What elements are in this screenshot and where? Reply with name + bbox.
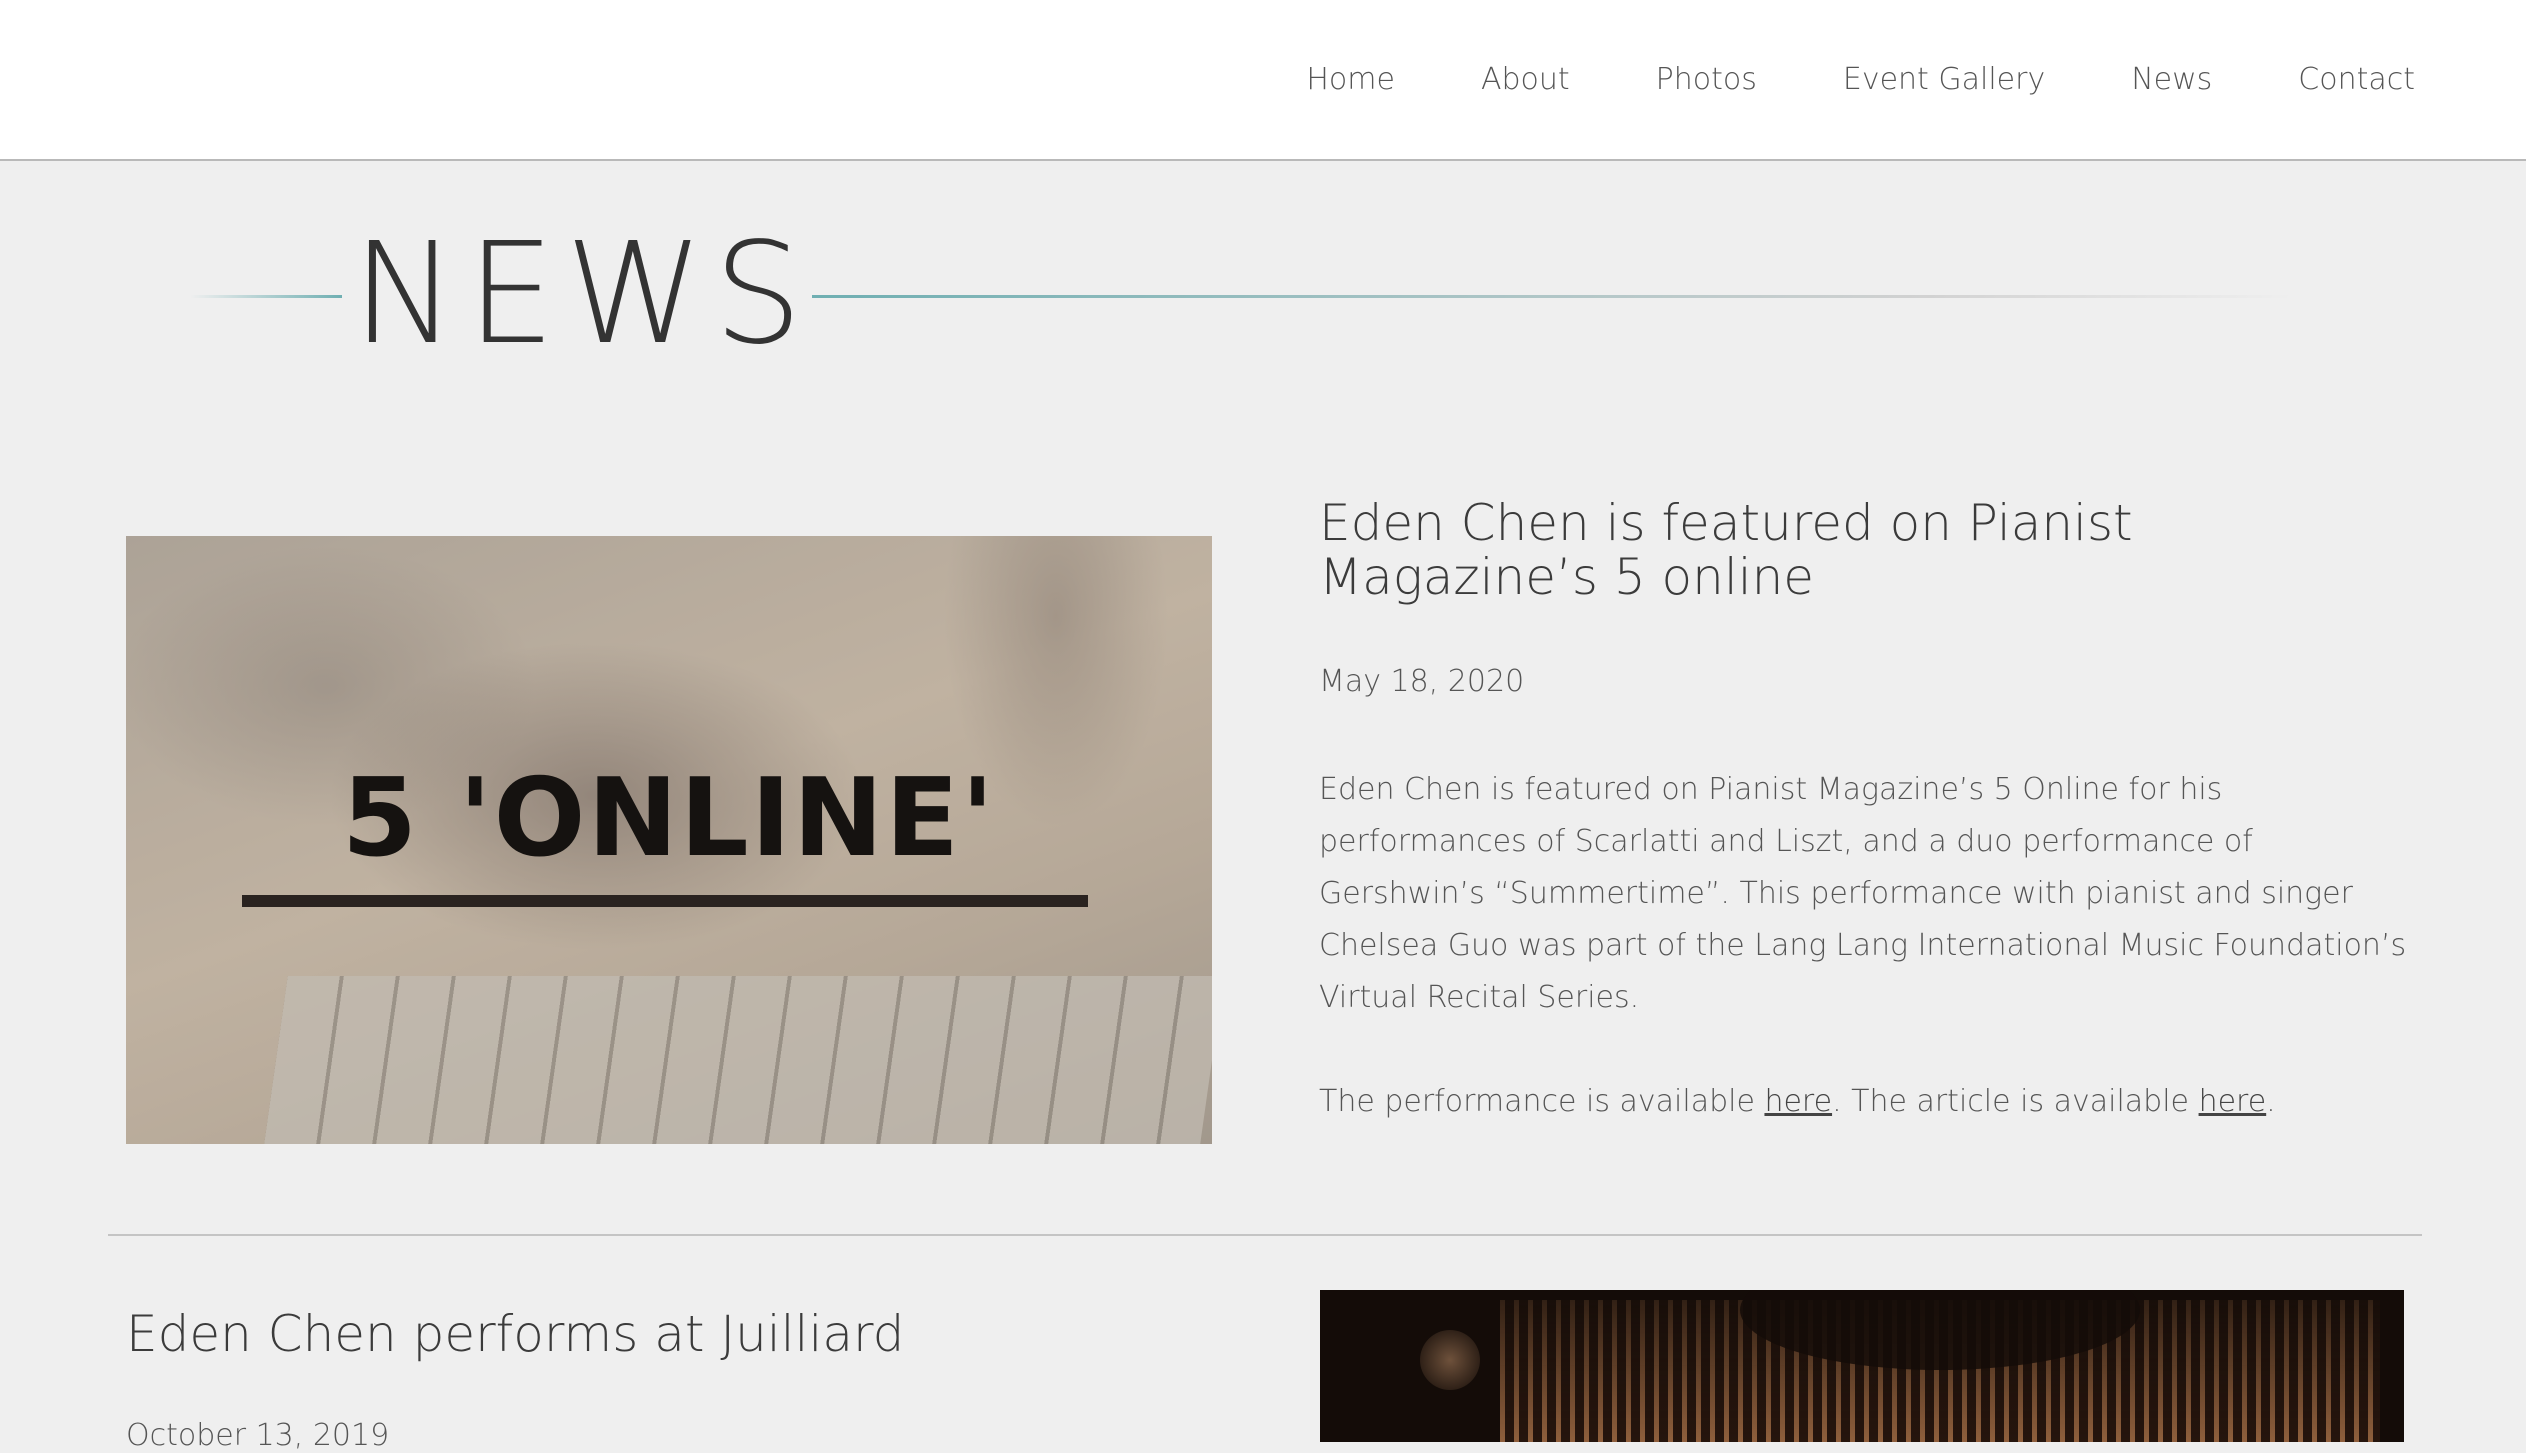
post-2-image[interactable] <box>1320 1290 2404 1442</box>
nav-news[interactable]: News <box>2131 60 2212 100</box>
nav-contact[interactable]: Contact <box>2298 60 2415 100</box>
performance-link[interactable]: here <box>1764 1084 1832 1119</box>
post-2-title[interactable]: Eden Chen performs at Juilliard <box>126 1304 904 1364</box>
nav-event-gallery[interactable]: Event Gallery <box>1843 60 2045 100</box>
image-light-glow <box>1420 1330 1480 1390</box>
post-1-links: The performance is available here. The a… <box>1319 1076 2409 1128</box>
post-1-image[interactable]: 5 'ONLINE' <box>126 536 1212 1144</box>
main-nav: Home About Photos Event Gallery News Con… <box>1220 60 2415 100</box>
nav-about[interactable]: About <box>1481 60 1570 100</box>
article-link[interactable]: here <box>2199 1084 2267 1119</box>
article-prefix-text: . The article is available <box>1832 1084 2199 1119</box>
heading-decorative-line-right <box>812 295 2292 298</box>
page-title: NEWS <box>352 213 813 376</box>
post-1-date: May 18, 2020 <box>1319 664 1525 699</box>
performance-prefix-text: The performance is available <box>1319 1084 1765 1119</box>
post-divider <box>108 1234 2422 1236</box>
post-1-body: Eden Chen is featured on Pianist Magazin… <box>1319 772 2407 1015</box>
site-header: Home About Photos Event Gallery News Con… <box>0 0 2526 161</box>
image-caption-text: 5 'ONLINE' <box>341 756 997 881</box>
post-2-date: October 13, 2019 <box>126 1418 390 1453</box>
nav-photos[interactable]: Photos <box>1656 60 1757 100</box>
image-underline-bar <box>242 895 1088 907</box>
heading-decorative-line-left <box>190 295 342 298</box>
page-heading-section: NEWS <box>190 215 2310 375</box>
nav-home[interactable]: Home <box>1306 60 1395 100</box>
post-1-title[interactable]: Eden Chen is featured on Pianist Magazin… <box>1319 496 2419 604</box>
links-suffix-text: . <box>2266 1084 2276 1119</box>
